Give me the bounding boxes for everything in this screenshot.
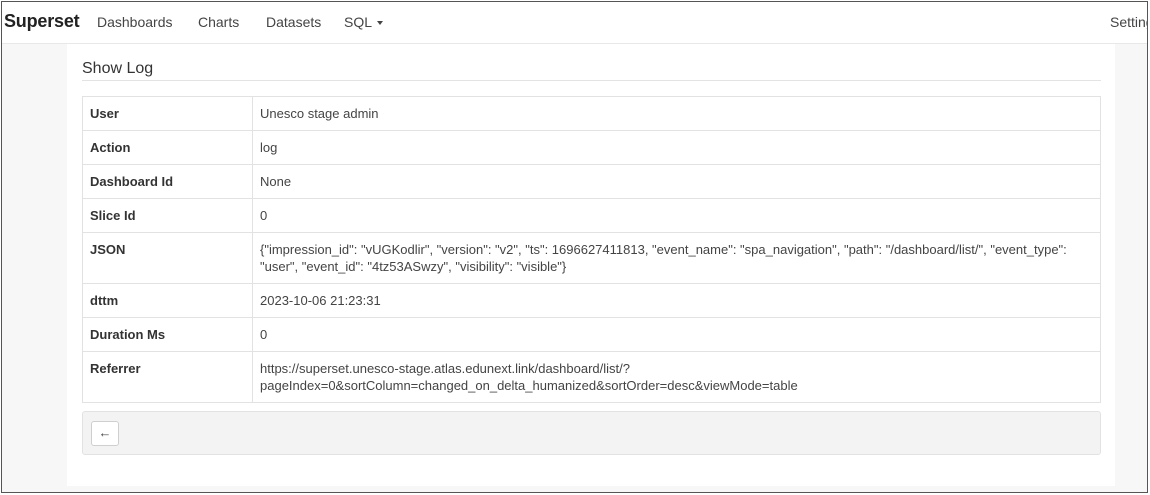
row-key: Slice Id — [82, 198, 253, 233]
table-row: Referrer https://superset.unesco-stage.a… — [82, 351, 1101, 403]
table-row: Dashboard Id None — [82, 164, 1101, 199]
row-key: Action — [82, 130, 253, 165]
row-value: https://superset.unesco-stage.atlas.edun… — [252, 351, 1101, 403]
form-actions-well: ← — [82, 411, 1101, 455]
row-key: User — [82, 96, 253, 131]
app-window: Superset Dashboards Charts Datasets SQL … — [1, 1, 1148, 493]
top-navbar: Superset Dashboards Charts Datasets SQL … — [2, 2, 1147, 44]
table-row: Slice Id 0 — [82, 198, 1101, 233]
back-button[interactable]: ← — [91, 421, 119, 446]
nav-sql-label: SQL — [344, 14, 373, 30]
table-row: Duration Ms 0 — [82, 317, 1101, 352]
nav-datasets[interactable]: Datasets — [266, 14, 321, 30]
row-value: None — [252, 164, 1101, 199]
table-row: Action log — [82, 130, 1101, 165]
arrow-left-icon: ← — [98, 425, 112, 440]
brand-logo[interactable]: Superset — [4, 11, 80, 32]
row-key: Duration Ms — [82, 317, 253, 352]
nav-charts[interactable]: Charts — [198, 14, 239, 30]
nav-dashboards[interactable]: Dashboards — [97, 14, 173, 30]
page-title: Show Log — [82, 60, 154, 77]
table-row: JSON {"impression_id": "vUGKodlir", "ver… — [82, 232, 1101, 284]
row-value: 2023-10-06 21:23:31 — [252, 283, 1101, 318]
row-value: 0 — [252, 198, 1101, 233]
row-key: JSON — [82, 232, 253, 284]
row-value: log — [252, 130, 1101, 165]
title-divider — [82, 80, 1101, 81]
table-row: User Unesco stage admin — [82, 96, 1101, 131]
show-log-panel: Show Log User Unesco stage admin Action … — [67, 44, 1115, 486]
nav-sql-dropdown[interactable]: SQL — [344, 14, 384, 30]
nav-settings[interactable]: Settings — [1110, 14, 1147, 30]
row-key: Dashboard Id — [82, 164, 253, 199]
row-key: Referrer — [82, 351, 253, 403]
row-value: {"impression_id": "vUGKodlir", "version"… — [252, 232, 1101, 284]
row-value: Unesco stage admin — [252, 96, 1101, 131]
row-value: 0 — [252, 317, 1101, 352]
row-key: dttm — [82, 283, 253, 318]
log-details-table: User Unesco stage admin Action log Dashb… — [82, 96, 1101, 403]
table-row: dttm 2023-10-06 21:23:31 — [82, 283, 1101, 318]
caret-down-icon — [377, 21, 384, 26]
